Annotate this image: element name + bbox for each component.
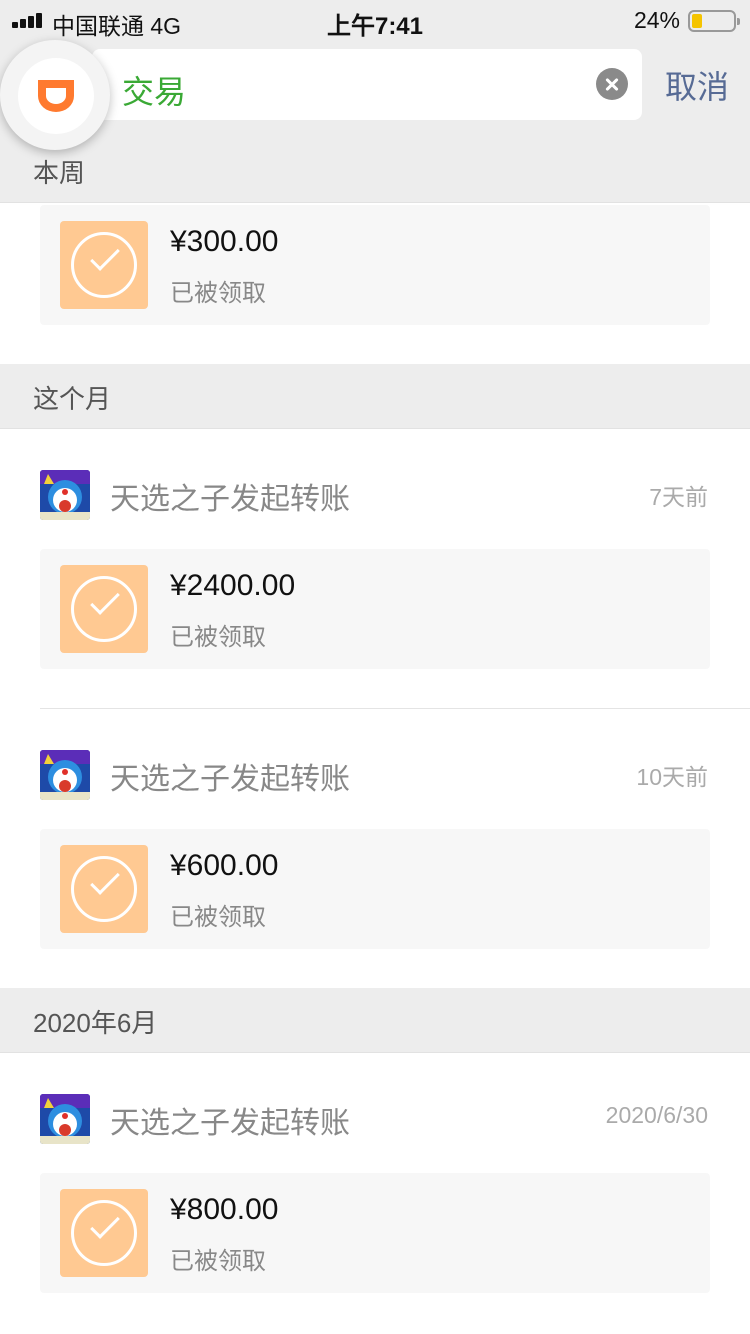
section-title: 2020年6月 [33,1008,158,1038]
transfer-card[interactable]: ¥300.00 已被领取 [40,205,710,325]
transfer-amount: ¥300.00 [170,225,279,258]
received-check-icon [60,845,148,933]
received-check-icon [60,1189,148,1277]
transfer-amount: ¥2400.00 [170,569,296,602]
item-title: 天选之子发起转账 [110,483,350,516]
avatar [40,470,90,520]
didi-logo-icon [18,58,94,134]
section-header-week: 本周 [0,138,750,203]
received-check-icon [60,221,148,309]
section-title: 本周 [33,158,86,188]
transfer-card[interactable]: ¥600.00 已被领取 [40,829,710,949]
transfer-card[interactable]: ¥2400.00 已被领取 [40,549,710,669]
search-query: 交易 [122,74,187,110]
floating-app-logo[interactable] [0,40,110,150]
clear-icon[interactable] [596,68,628,100]
list-item-header[interactable]: 天选之子发起转账 10天前 [40,740,710,800]
item-time: 10天前 [636,764,708,790]
item-title: 天选之子发起转账 [110,763,350,796]
transfer-amount: ¥600.00 [170,849,279,882]
cancel-button[interactable]: 取消 [665,62,729,108]
section-title: 这个月 [33,384,112,414]
avatar [40,750,90,800]
battery-percent: 24% [633,7,680,33]
search-header: 交易 取消 [0,40,750,138]
list-item-header[interactable]: 天选之子发起转账 2020/6/30 [40,1084,710,1144]
item-time: 2020/6/30 [605,1102,708,1128]
transfer-status: 已被领取 [170,280,266,307]
divider [40,708,750,709]
transfer-amount: ¥800.00 [170,1193,279,1226]
transfer-status: 已被领取 [170,624,266,651]
battery-icon [688,10,740,32]
item-time: 7天前 [649,484,708,510]
avatar [40,1094,90,1144]
received-check-icon [60,565,148,653]
list-item-header[interactable]: 天选之子发起转账 7天前 [40,460,710,520]
status-bar: 中国联通 4G 上午7:41 24% [0,0,750,40]
transfer-status: 已被领取 [170,904,266,931]
search-input[interactable]: 交易 [92,49,642,120]
transfer-card[interactable]: ¥800.00 已被领取 [40,1173,710,1293]
section-header-month: 这个月 [0,364,750,429]
transfer-status: 已被领取 [170,1248,266,1275]
item-title: 天选之子发起转账 [110,1107,350,1140]
section-header-june: 2020年6月 [0,988,750,1053]
